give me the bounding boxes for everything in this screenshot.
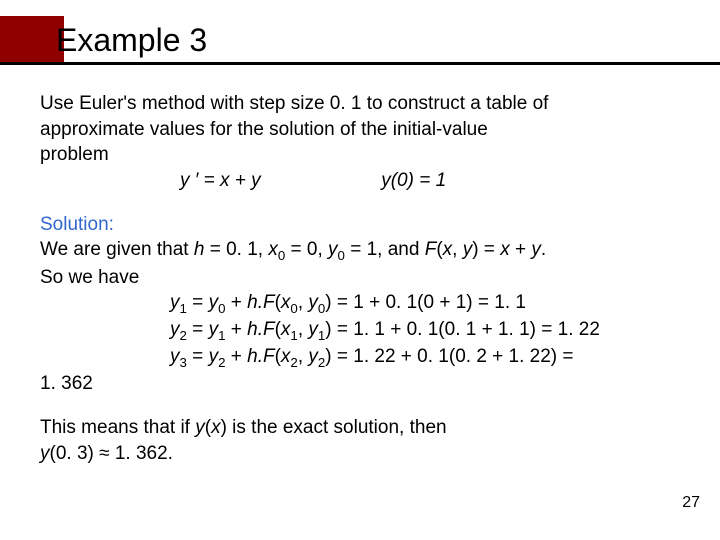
problem-line-2: approximate values for the solution of t… (40, 118, 680, 143)
given-line-2: So we have (40, 266, 680, 291)
calc-line-1: y1 = y0 + h.F(x0, y0) = 1 + 0. 1(0 + 1) … (40, 291, 680, 317)
accent-block (0, 16, 64, 62)
ode-equation: y ′ = x + y (180, 170, 261, 191)
problem-line-3: problem (40, 143, 680, 168)
given-line-1: We are given that h = 0. 1, x0 = 0, y0 =… (40, 238, 680, 264)
problem-line-1: Use Euler's method with step size 0. 1 t… (40, 92, 680, 117)
slide-title: Example 3 (56, 22, 207, 59)
title-underline (0, 62, 720, 65)
calc-line-3-cont: 1. 362 (40, 372, 680, 397)
calc-line-3: y3 = y2 + h.F(x2, y2) = 1. 22 + 0. 1(0. … (40, 345, 680, 371)
slide-body: Use Euler's method with step size 0. 1 t… (40, 92, 680, 468)
conclusion-line-1: This means that if y(x) is the exact sol… (40, 416, 680, 441)
page-number: 27 (682, 494, 700, 512)
calc-line-2: y2 = y1 + h.F(x1, y1) = 1. 1 + 0. 1(0. 1… (40, 318, 680, 344)
equation-row: y ′ = x + y y(0) = 1 (40, 169, 680, 194)
initial-condition: y(0) = 1 (381, 170, 446, 191)
conclusion-line-2: y(0. 3) ≈ 1. 362. (40, 442, 680, 467)
solution-label: Solution: (40, 213, 680, 238)
